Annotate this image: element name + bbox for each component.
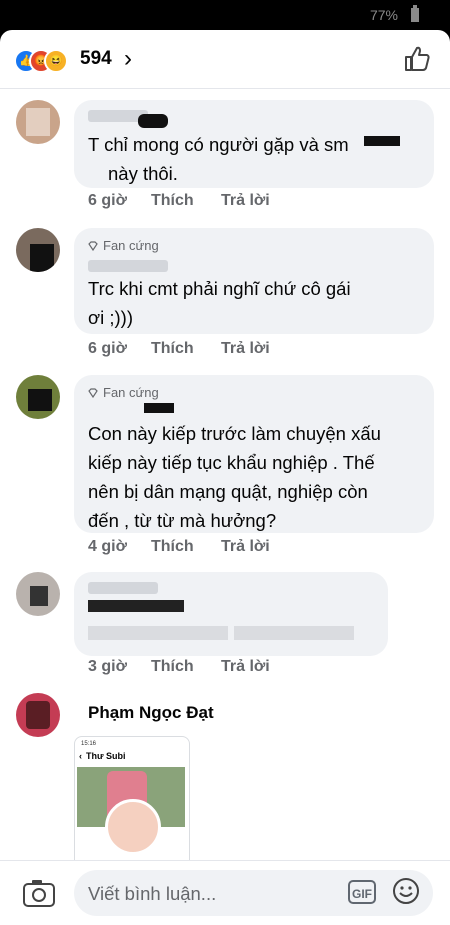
blurred-text xyxy=(234,626,354,640)
like-link[interactable]: Thích xyxy=(151,538,194,556)
like-button[interactable] xyxy=(402,44,432,74)
reply-link[interactable]: Trả lời xyxy=(221,658,270,676)
fan-badge: Fan cứng xyxy=(88,238,159,253)
haha-icon: 😆 xyxy=(44,49,68,73)
fan-badge: Fan cứng xyxy=(88,385,159,400)
comment-text: Trc khi cmt phải nghĩ chứ cô gái ơi ;))) xyxy=(88,278,351,328)
battery-percent: 77% xyxy=(369,7,398,23)
status-bar: 77% xyxy=(0,0,450,30)
diamond-icon xyxy=(88,241,98,251)
comment-bubble[interactable]: Fan cứng Trc khi cmt phải nghĩ chứ cô gá… xyxy=(74,228,434,334)
redaction xyxy=(30,586,48,606)
comment-bubble[interactable] xyxy=(74,572,388,656)
preview-avatar xyxy=(105,799,161,855)
comment-time: 3 giờ xyxy=(88,658,127,675)
commenter-name[interactable] xyxy=(88,582,158,594)
battery-icon xyxy=(411,5,419,22)
avatar[interactable] xyxy=(16,100,60,144)
comments-sheet: 👍 😡 😆 594 › T chỉ mong có người gặp và s… xyxy=(0,30,450,925)
redaction xyxy=(144,403,174,413)
commenter-name[interactable]: Phạm Ngọc Đạt xyxy=(88,703,214,723)
reaction-count[interactable]: 594 xyxy=(80,48,112,70)
comment-placeholder: Viết bình luận... xyxy=(88,883,217,904)
redaction xyxy=(138,114,168,128)
comment-time: 6 giờ xyxy=(88,340,127,357)
redaction xyxy=(364,136,400,146)
comment-composer: Viết bình luận... GIF xyxy=(0,860,450,925)
comment-bubble[interactable]: Fan cứng Con này kiếp trước làm chuyện x… xyxy=(74,375,434,533)
like-link[interactable]: Thích xyxy=(151,658,194,676)
comment-text: Con này kiếp trước làm chuyện xấu kiếp n… xyxy=(88,423,381,531)
commenter-name[interactable] xyxy=(88,260,168,272)
preview-title: ‹ Thư Subi xyxy=(79,751,126,761)
screenshot-attachment[interactable]: 15:16 ‹ Thư Subi xyxy=(74,736,190,868)
reactions-header: 👍 😡 😆 594 › xyxy=(0,30,450,89)
comment-time: 6 giờ xyxy=(88,192,127,209)
emoji-icon[interactable] xyxy=(392,877,420,905)
avatar[interactable] xyxy=(16,375,60,419)
reply-link[interactable]: Trả lời xyxy=(221,192,270,210)
avatar[interactable] xyxy=(16,693,60,737)
avatar[interactable] xyxy=(16,572,60,616)
redaction xyxy=(88,600,184,612)
preview-time: 15:16 xyxy=(81,741,97,747)
gif-button[interactable]: GIF xyxy=(348,880,376,904)
diamond-icon xyxy=(88,388,98,398)
redaction xyxy=(30,244,54,272)
comment-input[interactable]: Viết bình luận... GIF xyxy=(74,870,433,916)
reply-link[interactable]: Trả lời xyxy=(221,538,270,556)
chevron-right-icon[interactable]: › xyxy=(124,45,132,73)
avatar[interactable] xyxy=(16,228,60,272)
comment-bubble[interactable]: T chỉ mong có người gặp và sm này thôi. xyxy=(74,100,434,188)
like-link[interactable]: Thích xyxy=(151,340,194,358)
like-link[interactable]: Thích xyxy=(151,192,194,210)
camera-icon[interactable] xyxy=(22,878,56,908)
reply-link[interactable]: Trả lời xyxy=(221,340,270,358)
blurred-text xyxy=(88,626,228,640)
redaction xyxy=(28,389,52,411)
comment-time: 4 giờ xyxy=(88,538,127,555)
